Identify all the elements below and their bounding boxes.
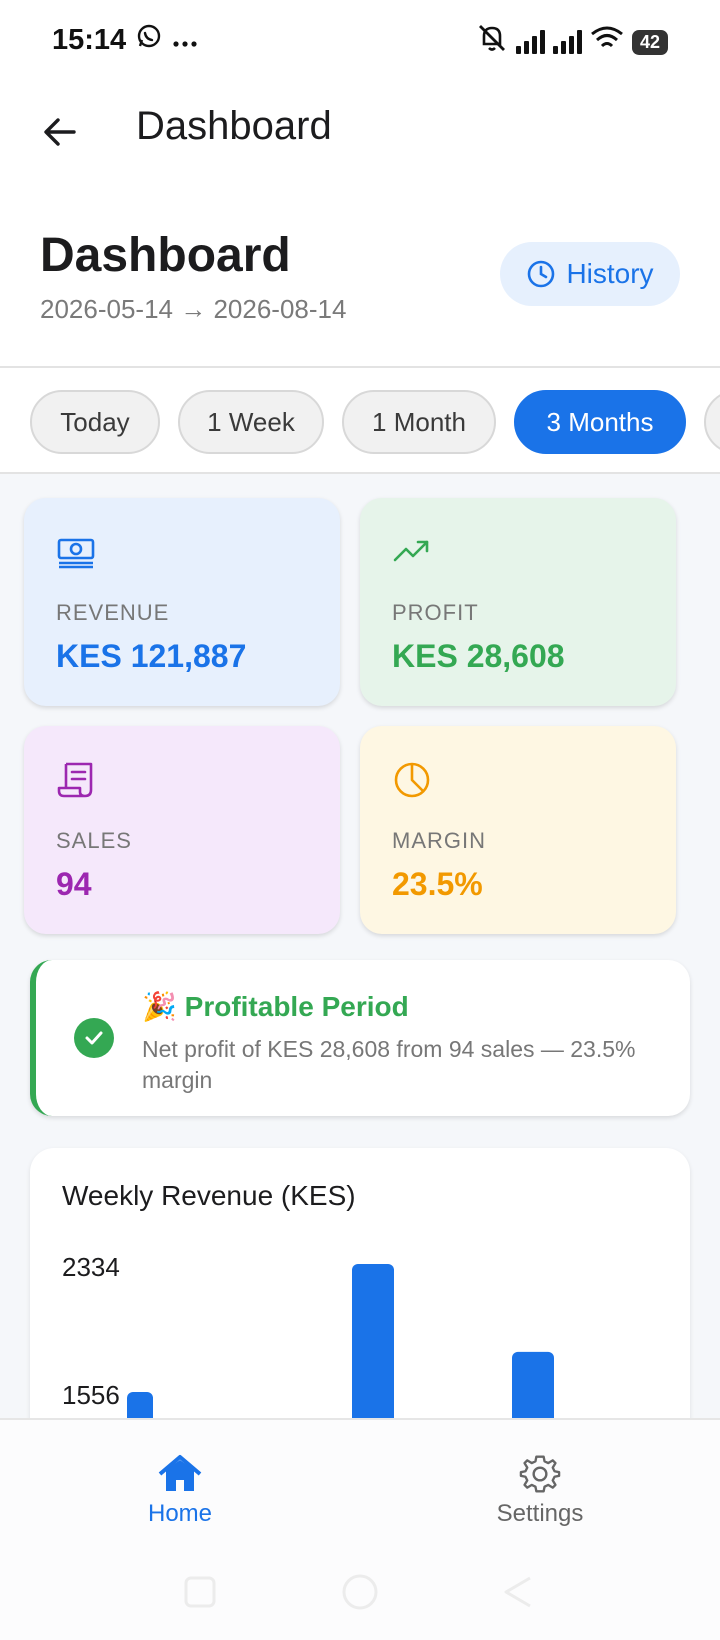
wifi-icon: [590, 25, 624, 59]
y-tick-label: 2334: [62, 1252, 120, 1282]
chip-label: 1 Week: [207, 406, 295, 437]
app-bar: Dashboard: [0, 80, 720, 184]
status-time: 15:14: [52, 23, 127, 56]
profit-label: PROFIT: [392, 600, 479, 625]
chip-1-week[interactable]: 1 Week: [178, 390, 324, 454]
revenue-label: REVENUE: [56, 600, 170, 625]
revenue-value: KES 121,887: [56, 638, 247, 674]
gear-icon: [519, 1455, 561, 1493]
banner-title-text: Profitable Period: [184, 991, 409, 1022]
period-filter: Today 1 Week 1 Month 3 Months: [0, 368, 720, 474]
weekly-revenue-chart: Weekly Revenue (KES) 2334 1556: [30, 1148, 690, 1418]
back-gesture-button: [504, 1576, 531, 1608]
recent-apps-button: [184, 1576, 216, 1608]
chip-label: 1 Month: [372, 406, 466, 437]
profit-value: KES 28,608: [392, 638, 565, 674]
more-icon: [172, 24, 198, 57]
banner-text: Net profit of KES 28,608 from 94 sales —…: [142, 1036, 636, 1093]
home-gesture-button: [342, 1574, 378, 1610]
banner-title: 🎉 Profitable Period: [142, 990, 409, 1023]
chart-plot: 2334 1556: [62, 1252, 554, 1418]
whatsapp-icon: [136, 23, 162, 57]
nav-settings-label: Settings: [496, 1500, 584, 1527]
receipt-icon: [57, 762, 93, 798]
profit-card[interactable]: PROFIT KES 28,608: [360, 498, 676, 706]
arrow-left-icon: [44, 118, 76, 146]
check-circle-icon: [74, 1018, 114, 1058]
signal-icon: [515, 30, 545, 54]
nav-home-label: Home: [147, 1500, 213, 1527]
bottom-navigation: Home Settings: [0, 1418, 720, 1560]
chip-more[interactable]: [704, 390, 720, 454]
battery-icon: 42: [631, 29, 668, 55]
back-button[interactable]: [30, 102, 90, 162]
status-bar: 15:14 42: [0, 0, 720, 80]
profitable-period-banner: 🎉 Profitable Period Net profit of KES 28…: [30, 960, 690, 1116]
revenue-card[interactable]: REVENUE KES 121,887: [24, 498, 340, 706]
chip-label: 3 Months: [546, 406, 654, 437]
nav-home[interactable]: Home: [90, 1454, 270, 1544]
signal-icon-2: [552, 30, 582, 54]
pie-chart-icon: [394, 762, 430, 798]
mute-icon: [476, 22, 508, 62]
y-tick-label: 1556: [62, 1380, 120, 1410]
home-icon: [158, 1455, 202, 1491]
sales-card[interactable]: SALES 94: [24, 726, 340, 934]
margin-value: 23.5%: [392, 866, 483, 902]
chart-bar: [127, 1392, 153, 1418]
cash-icon: [57, 538, 95, 569]
chip-1-month[interactable]: 1 Month: [342, 390, 496, 454]
sales-label: SALES: [56, 828, 132, 853]
margin-card[interactable]: MARGIN 23.5%: [360, 726, 676, 934]
chip-3-months[interactable]: 3 Months: [514, 390, 686, 454]
party-emoji: 🎉: [142, 991, 177, 1022]
status-left: 15:14: [52, 23, 198, 57]
history-label: History: [566, 258, 654, 289]
trending-up-icon: [393, 540, 429, 562]
system-navigation-bar: [0, 1560, 720, 1640]
dashboard-header: Dashboard 2026-05-14 → 2026-08-14 Histor…: [0, 184, 720, 368]
margin-label: MARGIN: [392, 828, 486, 853]
main-content: REVENUE KES 121,887 PROFIT KES 28,608 SA…: [0, 474, 720, 1418]
chip-label: Today: [60, 406, 130, 437]
sales-value: 94: [56, 866, 92, 902]
date-range: 2026-05-14 → 2026-08-14: [40, 294, 347, 324]
nav-settings[interactable]: Settings: [450, 1454, 630, 1544]
history-button[interactable]: History: [500, 242, 680, 306]
app-bar-title: Dashboard: [136, 104, 332, 148]
chip-today[interactable]: Today: [30, 390, 160, 454]
chart-bar: [352, 1264, 394, 1418]
chart-bar: [512, 1351, 554, 1418]
page-title: Dashboard: [40, 229, 291, 282]
status-right: 42: [476, 22, 668, 62]
clock-icon: [528, 260, 555, 288]
